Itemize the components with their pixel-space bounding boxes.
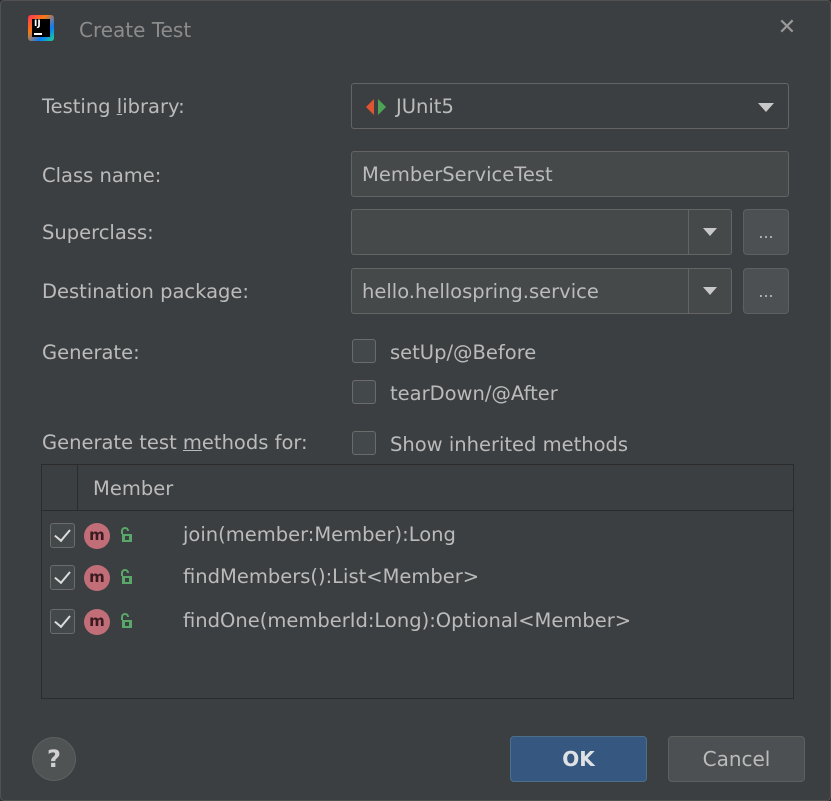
destination-package-label: Destination package:: [42, 280, 249, 303]
superclass-label: Superclass:: [42, 221, 154, 244]
show-inherited-checkbox[interactable]: [352, 431, 376, 455]
title-bar: IJ Create Test ✕: [1, 1, 830, 61]
member-column-header[interactable]: Member: [93, 477, 173, 500]
member-signature: join(member:Member):Long: [183, 523, 456, 546]
chevron-down-icon: [703, 228, 717, 236]
generate-methods-label: Generate test methods for:: [42, 431, 308, 454]
unlock-icon: [121, 569, 132, 584]
help-button[interactable]: ?: [32, 737, 76, 781]
superclass-combo[interactable]: [351, 209, 732, 255]
method-icon: m: [84, 523, 110, 549]
dialog-title: Create Test: [79, 18, 192, 42]
close-icon[interactable]: ✕: [774, 15, 800, 41]
table-row[interactable]: m join(member:Member):Long: [42, 514, 793, 557]
testing-library-select[interactable]: JUnit5: [351, 83, 789, 129]
destination-package-dropdown-button[interactable]: [688, 269, 731, 313]
method-icon: m: [84, 609, 110, 635]
testing-library-value: JUnit5: [396, 94, 454, 118]
member-checkbox[interactable]: [50, 565, 75, 590]
members-table: Member m join(member:Member):Long m find…: [41, 464, 794, 699]
teardown-after-label: tearDown/@After: [390, 382, 558, 405]
unlock-icon: [121, 527, 132, 542]
chevron-down-icon: [758, 103, 774, 112]
setup-before-checkbox[interactable]: [352, 339, 376, 363]
show-inherited-label: Show inherited methods: [390, 433, 629, 456]
unlock-icon: [121, 613, 132, 628]
teardown-after-checkbox[interactable]: [352, 380, 376, 404]
chevron-down-icon: [703, 287, 717, 295]
ok-button[interactable]: OK: [510, 736, 647, 782]
intellij-app-icon: IJ: [28, 15, 54, 41]
member-checkbox[interactable]: [50, 609, 75, 634]
table-header: Member: [42, 465, 793, 511]
generate-label: Generate:: [42, 341, 140, 364]
table-row[interactable]: m findOne(memberId:Long):Optional<Member…: [42, 600, 793, 643]
superclass-dropdown-button[interactable]: [688, 210, 731, 254]
testing-library-label: Testing library:: [42, 95, 185, 118]
setup-before-label: setUp/@Before: [390, 341, 537, 364]
member-signature: findOne(memberId:Long):Optional<Member>: [183, 609, 632, 632]
create-test-dialog: IJ Create Test ✕ Testing library: JUnit5…: [0, 0, 831, 801]
member-checkbox[interactable]: [50, 523, 75, 548]
cancel-button[interactable]: Cancel: [668, 736, 805, 782]
class-name-input[interactable]: MemberServiceTest: [351, 151, 789, 197]
class-name-label: Class name:: [42, 164, 162, 187]
class-name-value: MemberServiceTest: [362, 162, 553, 186]
junit-icon: [366, 99, 386, 115]
app-icon-text: IJ: [34, 19, 41, 29]
destination-package-value: hello.hellospring.service: [362, 279, 599, 303]
superclass-browse-button[interactable]: ...: [743, 209, 789, 255]
member-signature: findMembers():List<Member>: [183, 565, 480, 588]
destination-package-combo[interactable]: hello.hellospring.service: [351, 268, 732, 314]
destination-package-browse-button[interactable]: ...: [743, 268, 789, 314]
method-icon: m: [84, 565, 110, 591]
table-row[interactable]: m findMembers():List<Member>: [42, 556, 793, 599]
